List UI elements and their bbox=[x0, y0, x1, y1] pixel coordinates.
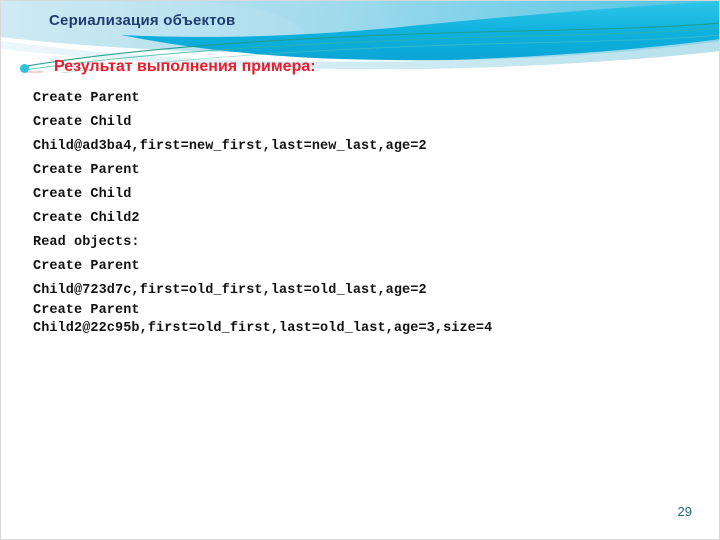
page-title: Сериализация объектов bbox=[49, 12, 236, 29]
console-output-line: Create Child bbox=[33, 187, 132, 202]
console-output-block: Create Parent Create Child Child@ad3ba4,fi… bbox=[33, 87, 693, 339]
console-output-line: Create Child bbox=[33, 115, 132, 130]
console-output-line: Child@ad3ba4,first=new_first,last=new_la… bbox=[33, 139, 427, 154]
console-output-line: Child2@22c95b,first=old_first,last=old_l… bbox=[33, 321, 493, 336]
slide-page-number: 29 bbox=[677, 504, 692, 519]
console-output-line: Create Parent bbox=[33, 259, 140, 274]
console-output-line: Create Parent bbox=[33, 91, 140, 106]
console-output-line: Create Parent bbox=[33, 163, 140, 178]
bullet-heading-row: Результат выполнения примера: bbox=[1, 58, 719, 82]
slide-body: Результат выполнения примера: Create Par… bbox=[1, 58, 719, 336]
bullet-dot-icon bbox=[20, 64, 29, 73]
console-output-line: Read objects: bbox=[33, 235, 140, 250]
console-output-line: Create Parent bbox=[33, 303, 140, 318]
console-output-line: Create Child2 bbox=[33, 211, 140, 226]
presentation-slide: Сериализация объектов Результат выполнен… bbox=[0, 0, 720, 540]
result-heading: Результат выполнения примера: bbox=[54, 58, 316, 75]
console-output-line: Child@723d7c,first=old_first,last=old_la… bbox=[33, 283, 427, 298]
